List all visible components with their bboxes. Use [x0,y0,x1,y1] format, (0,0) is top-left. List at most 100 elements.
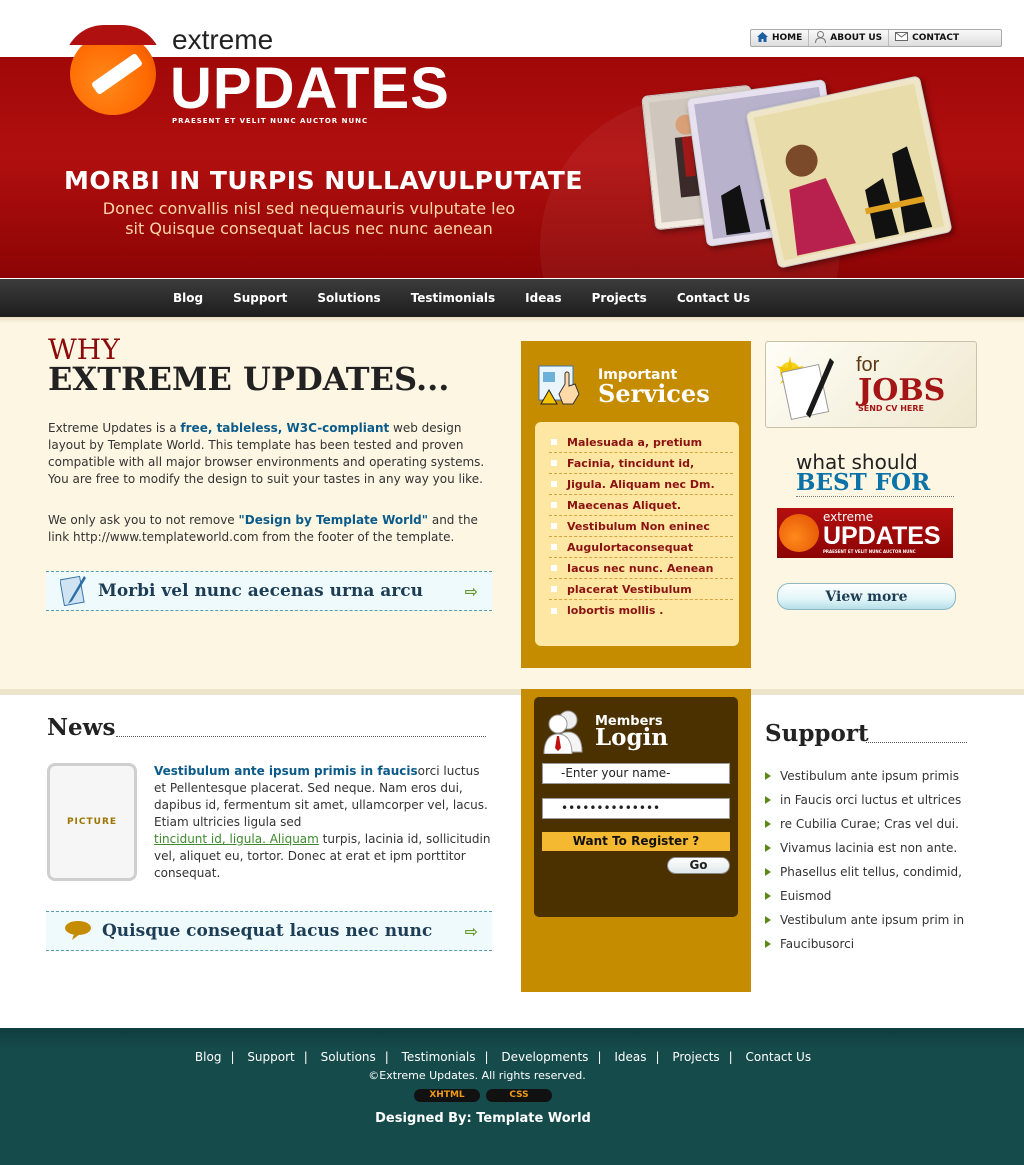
feature-bar-2-text: Quisque consequat lacus nec nunc [102,921,433,941]
top-nav-contact[interactable]: CONTACT [889,30,965,46]
css-badge[interactable]: CSS [486,1089,552,1102]
support-item[interactable]: Vivamus lacinia est non ante. [765,836,975,860]
support-item[interactable]: in Faucis orci luctus et ultrices [765,788,975,812]
intro-p1-bold: free, tableless, W3C-compliant [180,421,390,435]
services-icon [535,364,585,411]
services-item[interactable]: AuguIortaconsequat [549,537,733,558]
mini-logo-tagline: PRAESENT ET VELIT NUNC AUCTOR NUNC [823,549,916,554]
mini-logo-mark [779,514,819,552]
nav-testimonials[interactable]: Testimonials [411,291,495,305]
jobs-banner[interactable]: for JOBS SEND CV HERE [765,341,977,428]
top-nav-contact-label: CONTACT [912,33,960,43]
feature-bar-2[interactable]: Quisque consequat lacus nec nunc ⇨ [46,911,492,951]
logo-mark [70,33,156,115]
services-item[interactable]: placerat Vestibulum [549,579,733,600]
mini-logo-banner[interactable]: extreme UPDATES PRAESENT ET VELIT NUNC A… [777,508,953,558]
view-more-button[interactable]: View more [777,583,956,610]
feature-bar-1[interactable]: Morbi vel nunc aecenas urna arcu ⇨ [46,571,492,611]
support-list: Vestibulum ante ipsum primis in Faucis o… [765,764,975,956]
intro-section-shadow [0,317,1024,323]
footer-link-projects[interactable]: Projects [672,1050,719,1064]
footer-separator: | [484,1050,489,1064]
services-list: Malesuada a, pretium Facinia, tincidunt … [535,422,739,646]
services-item[interactable]: Vestibulum Non eninec [549,516,733,537]
services-title: Services [598,379,710,408]
top-nav: HOME ABOUT US CONTACT [750,29,1002,47]
intro-p2-bold: "Design by Template World" [238,513,429,527]
footer-link-developments[interactable]: Developments [501,1050,588,1064]
footer-link-ideas[interactable]: Ideas [614,1050,646,1064]
main-nav: Blog Support Solutions Testimonials Idea… [0,279,1024,317]
footer-link-solutions[interactable]: Solutions [321,1050,376,1064]
home-icon [757,31,768,45]
register-button[interactable]: Want To Register ? [542,832,730,851]
footer-nav: Blog | Support | Solutions | Testimonials | … [0,1050,1006,1064]
go-button[interactable]: Go [667,857,730,874]
document-pen-icon [59,574,88,609]
hero-subtext: Donec convallis nisl sed nequemauris vul… [64,199,554,239]
mail-icon [895,32,909,44]
hero-subtext-line1: Donec convallis nisl sed nequemauris vul… [102,199,516,218]
support-item[interactable]: Faucibusorci [765,932,975,956]
support-heading-rule [866,742,967,743]
news-lead[interactable]: Vestibulum ante ipsum primis in faucis [154,764,418,778]
nav-ideas[interactable]: Ideas [525,291,561,305]
footer-separator: | [303,1050,308,1064]
feature-bar-1-text: Morbi vel nunc aecenas urna arcu [98,581,423,601]
support-item[interactable]: Vestibulum ante ipsum primis [765,764,975,788]
name-input[interactable]: -Enter your name- [542,763,730,784]
services-item[interactable]: Malesuada a, pretium [549,432,733,453]
footer-link-testimonials[interactable]: Testimonials [402,1050,476,1064]
support-heading: Support [765,720,869,747]
password-input[interactable]: •••••••••••••• [542,798,730,819]
news-text: Vestibulum ante ipsum primis in faucisor… [154,763,494,882]
footer-separator: | [655,1050,660,1064]
news-link[interactable]: tincidunt id, ligula. Aliquam [154,832,319,846]
services-item[interactable]: Jigula. Aliquam nec Dm. [549,474,733,495]
arrow-right-icon: ⇨ [464,921,478,941]
logo-extreme: extreme [172,24,274,55]
services-item[interactable]: Iacus nec nunc. Aenean [549,558,733,579]
designed-by: Designed By: Template World [375,1111,591,1126]
copyright: ©Extreme Updates. All rights reserved. [368,1069,586,1082]
nav-projects[interactable]: Projects [592,291,647,305]
hero-subtext-line2: sit Quisque consequat lacus nec nunc aen… [125,219,493,238]
hero-illustration [640,75,953,270]
nav-blog[interactable]: Blog [173,291,203,305]
arrow-right-icon: ⇨ [464,581,478,601]
top-nav-about[interactable]: ABOUT US [809,30,890,46]
jobs-send: SEND CV HERE [858,404,924,413]
notepad-pen-icon [772,348,844,427]
footer-separator: | [384,1050,389,1064]
login-title: Login [595,724,669,751]
best-for-heading: BEST FOR [796,469,954,497]
footer-separator: | [728,1050,733,1064]
intro-p1-pre: Extreme Updates is a [48,421,181,435]
services-item[interactable]: lobortis mollis . [549,600,733,621]
nav-contact-us[interactable]: Contact Us [677,291,750,305]
footer-separator: | [597,1050,602,1064]
logo-tagline: PRAESENT ET VELIT NUNC AUCTOR NUNC [172,117,369,125]
news-heading-rule [116,736,486,737]
support-item[interactable]: Euismod [765,884,975,908]
services-item[interactable]: Maecenas Aliquet. [549,495,733,516]
support-item[interactable]: Vestibulum ante ipsum prim in [765,908,975,932]
top-nav-home[interactable]: HOME [751,30,810,46]
section-divider [0,689,1024,695]
services-item[interactable]: Facinia, tincidunt id, [549,453,733,474]
nav-support[interactable]: Support [233,291,287,305]
news-picture-placeholder: PICTURE [47,763,137,881]
top-nav-about-label: ABOUT US [830,33,883,43]
speech-bubble-icon [64,920,92,943]
support-item[interactable]: re Cubilia Curae; Cras vel dui. [765,812,975,836]
footer-link-contact-us[interactable]: Contact Us [746,1050,812,1064]
xhtml-badge[interactable]: XHTML [414,1089,480,1102]
support-item[interactable]: Phasellus elit tellus, condimid, [765,860,975,884]
members-icon [540,706,588,757]
user-icon [815,30,827,46]
hero-headline: MORBI IN TURPIS NULLAVULPUTATE [64,166,583,195]
jobs-title: JOBS [858,373,946,408]
footer-link-blog[interactable]: Blog [195,1050,222,1064]
footer-link-support[interactable]: Support [247,1050,294,1064]
nav-solutions[interactable]: Solutions [317,291,380,305]
